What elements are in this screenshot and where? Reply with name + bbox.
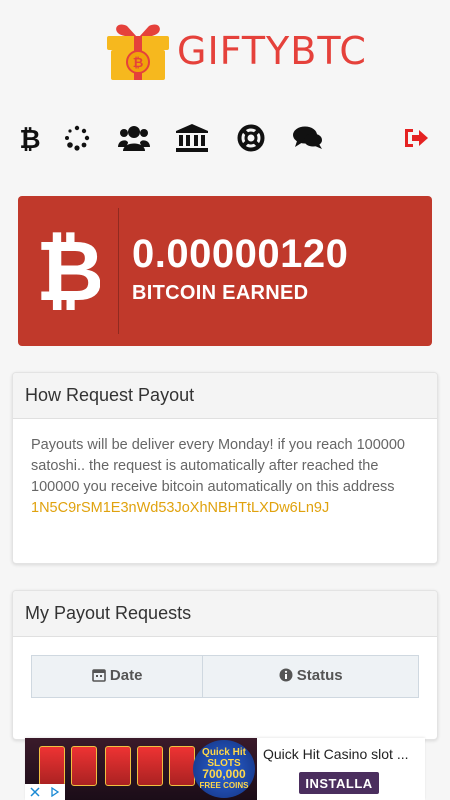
- payout-info-title: How Request Payout: [13, 373, 437, 419]
- spinner-icon[interactable]: [57, 118, 97, 158]
- users-icon[interactable]: [114, 118, 154, 158]
- gift-box-icon: ₿: [107, 24, 169, 80]
- ad-choices-icon[interactable]: [25, 784, 65, 800]
- column-header-status[interactable]: Status: [202, 655, 419, 698]
- column-header-date[interactable]: Date: [30, 655, 204, 698]
- bitcoin-icon: ₿: [40, 228, 100, 312]
- bitcoin-address[interactable]: 1N5C9rSM1E3nWd53JoXhNBHTtLXDw6Ln9J: [31, 498, 419, 519]
- logout-icon[interactable]: [396, 118, 436, 158]
- panel-divider: [118, 208, 119, 334]
- brand-name: GIFTYBTC: [177, 29, 367, 73]
- chat-icon[interactable]: [288, 118, 328, 158]
- app-logo: ₿ GIFTYBTC: [105, 18, 366, 84]
- svg-text:₿: ₿: [40, 228, 100, 312]
- bitcoin-earned-panel: ₿ 0.00000120 BITCOIN EARNED: [18, 196, 432, 346]
- payout-info-card: How Request Payout Payouts will be deliv…: [12, 372, 438, 564]
- column-label-status: Status: [296, 667, 343, 684]
- earned-label: BITCOIN EARNED: [132, 282, 309, 304]
- payout-requests-title: My Payout Requests: [13, 591, 437, 637]
- earned-amount: 0.00000120: [132, 232, 349, 276]
- payout-requests-table: Date Status: [30, 655, 419, 698]
- bitcoin-icon[interactable]: ₿: [10, 118, 50, 158]
- lifebuoy-icon[interactable]: [231, 118, 271, 158]
- svg-text:₿: ₿: [19, 125, 40, 152]
- ad-game-logo: Quick Hit SLOTS 700,000 FREE COINS: [193, 740, 255, 798]
- svg-text:₿: ₿: [133, 56, 144, 71]
- payout-info-body: Payouts will be deliver every Monday! if…: [13, 419, 437, 535]
- ad-banner[interactable]: Quick Hit SLOTS 700,000 FREE COINS Quick…: [25, 738, 425, 800]
- bank-icon[interactable]: [172, 118, 212, 158]
- top-nav: ₿: [0, 118, 450, 162]
- info-circle-icon: [279, 668, 293, 686]
- ad-install-button[interactable]: INSTALLA: [299, 772, 379, 794]
- payout-info-text: Payouts will be deliver every Monday! if…: [31, 437, 405, 495]
- calendar-icon: [92, 668, 106, 686]
- column-label-date: Date: [109, 667, 143, 684]
- payout-requests-card: My Payout Requests Date Status: [12, 590, 438, 740]
- ad-title[interactable]: Quick Hit Casino slot ...: [263, 746, 423, 762]
